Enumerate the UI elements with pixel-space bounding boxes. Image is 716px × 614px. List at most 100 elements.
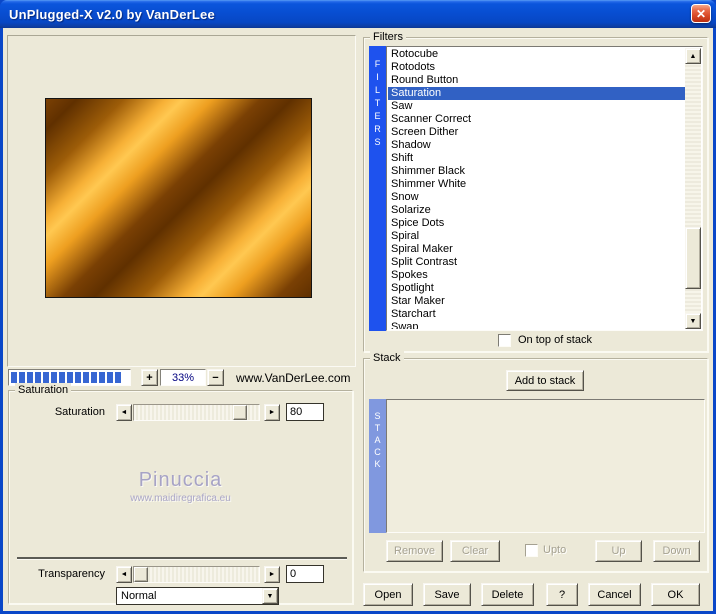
filter-list-item[interactable]: Shimmer Black <box>388 165 685 178</box>
filter-list-item[interactable]: Spotlight <box>388 282 685 295</box>
stack-group-title: Stack <box>370 351 404 365</box>
banner-letter: E <box>374 111 381 121</box>
down-button[interactable]: Down <box>653 540 700 562</box>
filter-list-item[interactable]: Screen Dither <box>388 126 685 139</box>
zoom-in-button[interactable]: + <box>141 369 158 386</box>
saturation-increment-button[interactable]: ► <box>264 404 280 421</box>
progress-segment <box>51 372 57 383</box>
saturation-slider-thumb[interactable] <box>233 405 247 420</box>
progress-segment <box>91 372 97 383</box>
filter-list-item[interactable]: Star Maker <box>388 295 685 308</box>
scroll-up-button[interactable]: ▲ <box>685 48 701 64</box>
banner-letter: R <box>374 124 381 134</box>
filters-group: Filters F I L T E R S Rotocube Rotodots … <box>363 30 708 352</box>
up-button[interactable]: Up <box>595 540 642 562</box>
banner-letter: L <box>374 85 380 95</box>
filter-list-item[interactable]: Spiral Maker <box>388 243 685 256</box>
filter-list-item[interactable]: Solarize <box>388 204 685 217</box>
window-title: UnPlugged-X v2.0 by VanDerLee <box>9 6 215 22</box>
divider <box>17 557 347 559</box>
blend-mode-value: Normal <box>121 590 157 602</box>
transparency-decrement-button[interactable]: ◄ <box>116 566 132 583</box>
close-button[interactable]: ✕ <box>691 4 711 23</box>
filter-list-item-selected[interactable]: Saturation <box>388 87 685 100</box>
saturation-group: Saturation Saturation ◄ ► Pinuccia www.m… <box>8 383 353 605</box>
filter-list: Rotocube Rotodots Round Button Saturatio… <box>386 46 703 331</box>
filter-list-item[interactable]: Snow <box>388 191 685 204</box>
progress-segment <box>11 372 17 383</box>
open-button[interactable]: Open <box>363 583 413 606</box>
banner-letter: A <box>374 435 381 445</box>
filter-list-item[interactable]: Spiral <box>388 230 685 243</box>
banner-letter: S <box>374 411 381 421</box>
zoom-out-button[interactable]: − <box>207 369 224 386</box>
blend-mode-dropdown[interactable]: Normal ▼ <box>116 587 279 605</box>
scroll-down-button[interactable]: ▼ <box>685 313 701 329</box>
chevron-down-icon: ▼ <box>266 592 274 600</box>
progress-segment <box>83 372 89 383</box>
filter-list-item[interactable]: Starchart <box>388 308 685 321</box>
progress-segment <box>107 372 113 383</box>
filter-list-item[interactable]: Shift <box>388 152 685 165</box>
arrow-up-icon: ▲ <box>689 52 697 60</box>
stack-vertical-banner: S T A C K <box>369 399 386 533</box>
delete-button[interactable]: Delete <box>481 583 534 606</box>
banner-letter: S <box>374 137 381 147</box>
banner-letter: F <box>374 59 381 69</box>
cancel-button[interactable]: Cancel <box>588 583 641 606</box>
ok-button[interactable]: OK <box>651 583 700 606</box>
saturation-decrement-button[interactable]: ◄ <box>116 404 132 421</box>
remove-button[interactable]: Remove <box>386 540 443 562</box>
banner-letter: C <box>374 447 381 457</box>
banner-letter: I <box>376 72 379 82</box>
saturation-value-input[interactable] <box>286 403 324 421</box>
filter-list-item[interactable]: Spice Dots <box>388 217 685 230</box>
watermark-name: Pinuccia <box>138 469 223 491</box>
blend-mode-dropdown-button[interactable]: ▼ <box>262 588 278 604</box>
filter-list-item[interactable]: Rotodots <box>388 61 685 74</box>
upto-checkbox[interactable] <box>525 544 538 557</box>
filters-group-title: Filters <box>370 30 406 44</box>
transparency-increment-button[interactable]: ► <box>264 566 280 583</box>
progress-segment <box>67 372 73 383</box>
on-top-of-stack-checkbox[interactable] <box>498 334 511 347</box>
stack-group: Stack Add to stack S T A C K Remove Clea… <box>363 351 708 572</box>
add-to-stack-button[interactable]: Add to stack <box>506 370 584 391</box>
filter-list-item[interactable]: Scanner Correct <box>388 113 685 126</box>
banner-letter: T <box>374 423 381 433</box>
dialog-body: + 33% − www.VanDerLee.com Saturation Sat… <box>3 28 713 611</box>
filter-list-item[interactable]: Split Contrast <box>388 256 685 269</box>
help-button[interactable]: ? <box>546 583 578 606</box>
arrow-right-icon: ► <box>268 571 276 578</box>
saturation-slider-track[interactable] <box>133 404 260 421</box>
progress-segment <box>99 372 105 383</box>
transparency-slider-track[interactable] <box>133 566 260 583</box>
transparency-value-input[interactable] <box>286 565 324 583</box>
preview-image[interactable] <box>45 98 312 298</box>
scrollbar-thumb[interactable] <box>685 227 701 289</box>
watermark-url: www.maidiregrafica.eu <box>130 493 231 504</box>
filters-vertical-banner: F I L T E R S <box>369 46 386 331</box>
banner-letter: K <box>374 459 381 469</box>
unplugged-x-dialog: UnPlugged-X v2.0 by VanDerLee ✕ + 33% − … <box>0 0 716 614</box>
filter-list-item[interactable]: Rotocube <box>388 48 685 61</box>
arrow-left-icon: ◄ <box>120 571 128 578</box>
save-button[interactable]: Save <box>423 583 471 606</box>
filter-list-item[interactable]: Saw <box>388 100 685 113</box>
transparency-slider-thumb[interactable] <box>134 567 148 582</box>
upto-label: Upto <box>543 544 567 556</box>
clear-button[interactable]: Clear <box>450 540 500 562</box>
filter-list-scrollbar[interactable]: ▲ ▼ <box>685 48 701 329</box>
progress-segment <box>59 372 65 383</box>
transparency-label: Transparency <box>38 568 105 580</box>
filter-list-item[interactable]: Swap <box>388 321 685 329</box>
stack-list[interactable] <box>386 399 705 533</box>
filter-list-item[interactable]: Spokes <box>388 269 685 282</box>
filter-list-item[interactable]: Shadow <box>388 139 685 152</box>
filter-list-item[interactable]: Shimmer White <box>388 178 685 191</box>
on-top-of-stack-label: On top of stack <box>518 334 592 346</box>
filter-list-item[interactable]: Round Button <box>388 74 685 87</box>
zoom-level: 33% <box>160 369 206 386</box>
title-bar[interactable]: UnPlugged-X v2.0 by VanDerLee ✕ <box>0 0 716 28</box>
banner-letter: T <box>374 98 381 108</box>
